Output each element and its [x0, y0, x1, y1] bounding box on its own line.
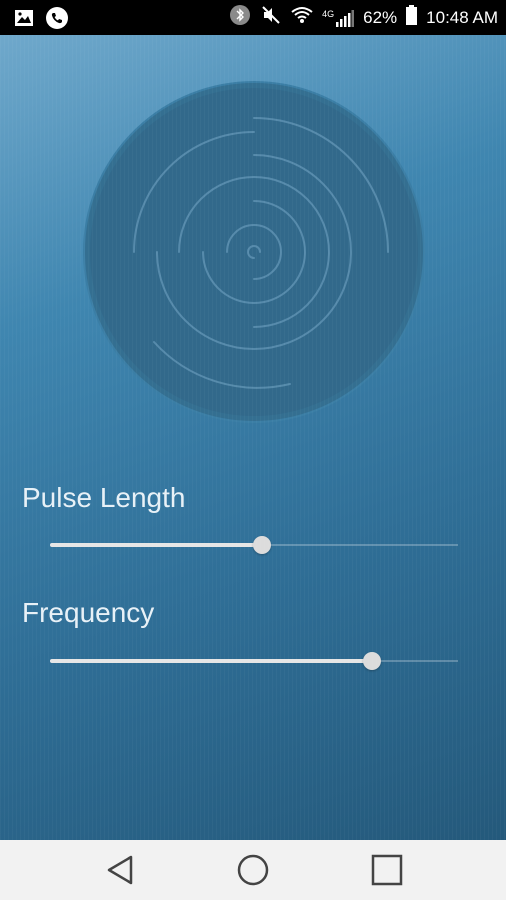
battery-percent: 62% [363, 7, 398, 27]
home-button[interactable] [233, 852, 273, 888]
slider-fill [50, 659, 373, 663]
slider-thumb[interactable] [253, 536, 272, 554]
home-icon [237, 854, 269, 886]
battery-icon [406, 5, 418, 30]
pulse-pad[interactable] [82, 80, 426, 424]
phone-icon [46, 7, 68, 34]
back-icon [107, 855, 133, 885]
wifi-icon [291, 5, 313, 30]
signal-icon: 4G [322, 8, 355, 27]
app-content: Pulse Length Frequency [0, 35, 506, 840]
status-bar: 4G 62% 10:48 AM [0, 0, 506, 35]
recents-button[interactable] [367, 852, 407, 888]
slider-fill [50, 543, 263, 547]
back-button[interactable] [100, 852, 140, 888]
network-label: 4G [322, 8, 335, 19]
clock: 10:48 AM [426, 7, 498, 27]
pulse-length-slider[interactable] [50, 533, 458, 557]
slider-thumb[interactable] [363, 652, 382, 670]
frequency-slider[interactable] [50, 649, 458, 673]
gallery-icon [14, 9, 34, 32]
navigation-bar [0, 840, 506, 900]
pulse-length-label: Pulse Length [22, 482, 186, 513]
frequency-label: Frequency [22, 597, 155, 628]
mute-icon [260, 4, 282, 31]
bluetooth-icon [229, 4, 251, 31]
recents-icon [371, 854, 403, 886]
